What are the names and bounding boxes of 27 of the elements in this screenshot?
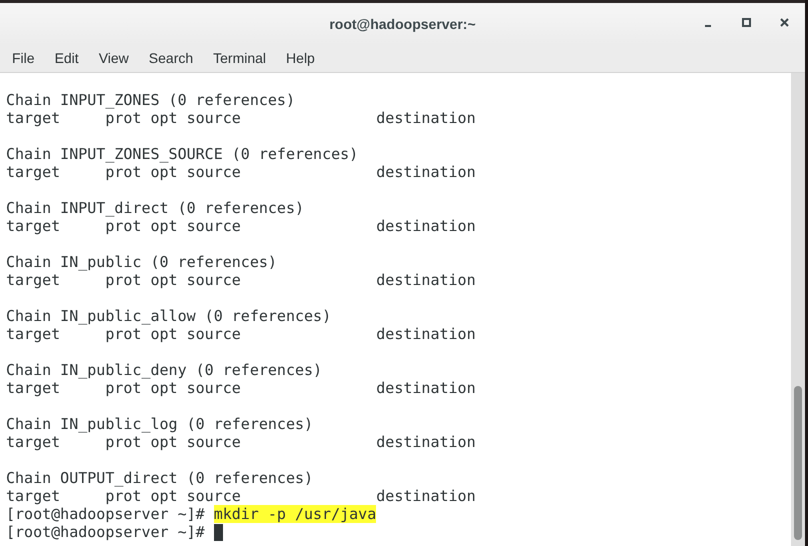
terminal-line: Chain IN_public_deny (0 references) — [6, 361, 322, 379]
menu-item[interactable]: File — [2, 48, 45, 69]
terminal-line: target prot opt source destination — [6, 433, 476, 451]
terminal-line: Chain IN_public (0 references) — [6, 253, 277, 271]
menu-item[interactable]: Help — [276, 48, 325, 69]
shell-command: mkdir -p /usr/java — [214, 505, 376, 523]
terminal-line: Chain INPUT_ZONES_SOURCE (0 references) — [6, 145, 358, 163]
menu-item[interactable]: View — [88, 48, 139, 69]
scrollbar-thumb[interactable] — [794, 386, 802, 540]
terminal-line: target prot opt source destination — [6, 325, 476, 343]
terminal-line: target prot opt source destination — [6, 109, 476, 127]
terminal-line: Chain OUTPUT_direct (0 references) — [6, 469, 314, 487]
terminal-line: Chain INPUT_direct (0 references) — [6, 199, 304, 217]
terminal-line: target prot opt source destination — [6, 163, 476, 181]
menu-item[interactable]: Search — [138, 48, 204, 69]
menu-item[interactable]: Terminal — [203, 48, 276, 69]
window-title: root@hadoopserver:~ — [329, 14, 476, 34]
terminal-line: Chain IN_public_log (0 references) — [6, 415, 314, 433]
terminal-line: target prot opt source destination — [6, 217, 476, 235]
terminal-line: target prot opt source destination — [6, 271, 476, 289]
shell-prompt: [root@hadoopserver ~]# — [6, 505, 205, 523]
shell-prompt: [root@hadoopserver ~]# — [6, 523, 205, 541]
terminal-line: Chain IN_public_allow (0 references) — [6, 307, 332, 325]
menu-item[interactable]: Edit — [44, 48, 89, 69]
terminal-line: Chain INPUT_ZONES (0 references) — [6, 91, 295, 109]
terminal-line: target prot opt source destination — [6, 487, 476, 505]
terminal-line: target prot opt source destination — [6, 379, 476, 397]
